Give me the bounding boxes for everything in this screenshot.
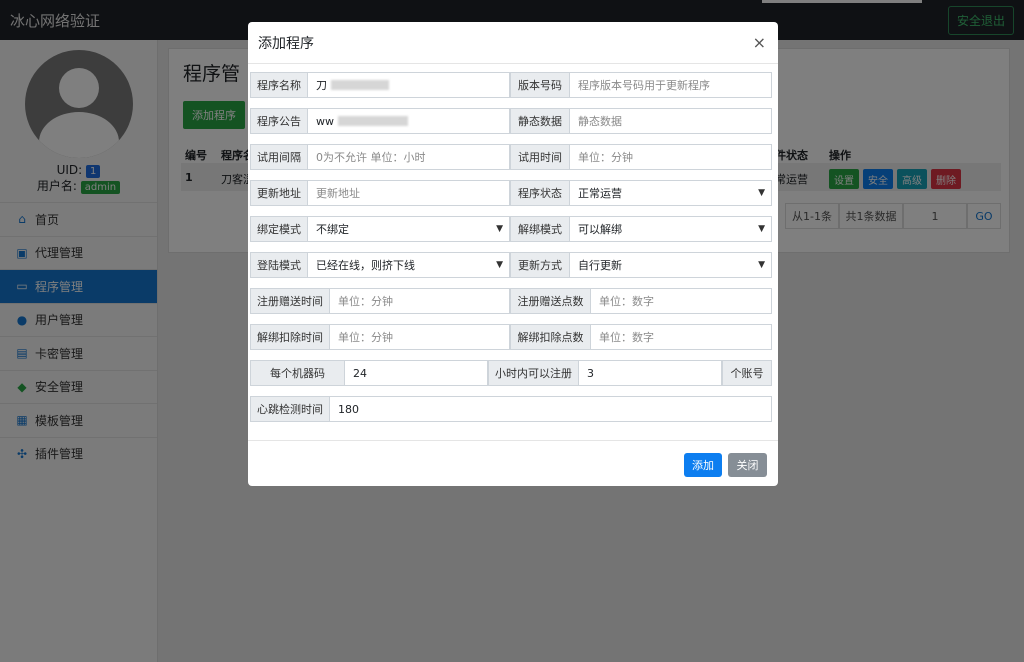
chevron-down-icon: ▼ (758, 188, 765, 198)
notice-value: ww (316, 114, 334, 128)
accounts-suffix-label: 个账号 (722, 360, 772, 386)
static-input[interactable]: 静态数据 (569, 108, 772, 134)
row-notice-static: 程序公告 ww 静态数据 静态数据 (250, 108, 772, 134)
modal-footer: 添加 关闭 (248, 440, 778, 486)
unbind-deduct-points-input[interactable]: 单位：数字 (590, 324, 772, 350)
reg-gift-points-label: 注册赠送点数 (510, 288, 590, 314)
row-bind: 绑定模式 不绑定 ▼ 解绑模式 可以解绑 ▼ (250, 216, 772, 242)
redacted-mask (338, 116, 408, 126)
status-select[interactable]: 正常运营 ▼ (569, 180, 772, 206)
chevron-down-icon: ▼ (496, 224, 503, 234)
unbind-deduct-time-input[interactable]: 单位：分钟 (329, 324, 510, 350)
update-mode-select[interactable]: 自行更新 ▼ (569, 252, 772, 278)
unbind-deduct-time-label: 解绑扣除时间 (250, 324, 329, 350)
unbind-deduct-points-label: 解绑扣除点数 (510, 324, 590, 350)
add-button[interactable]: 添加 (684, 453, 722, 477)
update-mode-label: 更新方式 (510, 252, 569, 278)
row-register-limit: 每个机器码 24 小时内可以注册 3 个账号 (250, 360, 772, 386)
row-register-gift: 注册赠送时间 单位：分钟 注册赠送点数 单位：数字 (250, 288, 772, 314)
close-icon[interactable]: × (753, 33, 766, 52)
bind-mode-value: 不绑定 (316, 223, 349, 236)
heartbeat-input[interactable]: 180 (329, 396, 772, 422)
version-input[interactable]: 程序版本号码用于更新程序 (569, 72, 772, 98)
version-label: 版本号码 (510, 72, 569, 98)
row-name-version: 程序名称 刀 版本号码 程序版本号码用于更新程序 (250, 72, 772, 98)
heartbeat-label: 心跳检测时间 (250, 396, 329, 422)
trial-time-label: 试用时间 (510, 144, 569, 170)
update-mode-value: 自行更新 (578, 259, 622, 272)
reg-gift-time-input[interactable]: 单位：分钟 (329, 288, 510, 314)
unbind-mode-label: 解绑模式 (510, 216, 569, 242)
bind-mode-label: 绑定模式 (250, 216, 307, 242)
unbind-mode-select[interactable]: 可以解绑 ▼ (569, 216, 772, 242)
name-value: 刀 (316, 79, 327, 92)
per-machine-label: 每个机器码 (250, 360, 344, 386)
unbind-mode-value: 可以解绑 (578, 223, 622, 236)
row-unbind-deduct: 解绑扣除时间 单位：分钟 解绑扣除点数 单位：数字 (250, 324, 772, 350)
hours-register-input[interactable]: 3 (578, 360, 722, 386)
update-url-input[interactable]: 更新地址 (307, 180, 510, 206)
trial-interval-label: 试用间隔 (250, 144, 307, 170)
row-heartbeat: 心跳检测时间 180 (250, 396, 772, 422)
row-trial: 试用间隔 0为不允许 单位：小时 试用时间 单位：分钟 (250, 144, 772, 170)
redacted-mask (331, 80, 389, 90)
row-login-update: 登陆模式 已经在线，则挤下线 ▼ 更新方式 自行更新 ▼ (250, 252, 772, 278)
chevron-down-icon: ▼ (496, 260, 503, 270)
login-mode-label: 登陆模式 (250, 252, 307, 278)
chevron-down-icon: ▼ (758, 260, 765, 270)
login-mode-select[interactable]: 已经在线，则挤下线 ▼ (307, 252, 510, 278)
name-input[interactable]: 刀 (307, 72, 510, 98)
name-label: 程序名称 (250, 72, 307, 98)
login-mode-value: 已经在线，则挤下线 (316, 259, 415, 272)
add-program-modal: 添加程序 × 程序名称 刀 版本号码 程序版本号码用于更新程序 程序公告 ww … (248, 22, 778, 486)
trial-interval-input[interactable]: 0为不允许 单位：小时 (307, 144, 510, 170)
update-url-label: 更新地址 (250, 180, 307, 206)
static-label: 静态数据 (510, 108, 569, 134)
hours-register-label: 小时内可以注册 (488, 360, 578, 386)
modal-title: 添加程序 (258, 35, 314, 52)
notice-input[interactable]: ww (307, 108, 510, 134)
trial-time-input[interactable]: 单位：分钟 (569, 144, 772, 170)
close-button[interactable]: 关闭 (728, 453, 767, 477)
chevron-down-icon: ▼ (758, 224, 765, 234)
modal-header: 添加程序 × (248, 22, 778, 64)
per-machine-input[interactable]: 24 (344, 360, 488, 386)
reg-gift-points-input[interactable]: 单位：数字 (590, 288, 772, 314)
reg-gift-time-label: 注册赠送时间 (250, 288, 329, 314)
notice-label: 程序公告 (250, 108, 307, 134)
bind-mode-select[interactable]: 不绑定 ▼ (307, 216, 510, 242)
row-url-status: 更新地址 更新地址 程序状态 正常运营 ▼ (250, 180, 772, 206)
status-value: 正常运营 (578, 187, 622, 200)
status-label: 程序状态 (510, 180, 569, 206)
